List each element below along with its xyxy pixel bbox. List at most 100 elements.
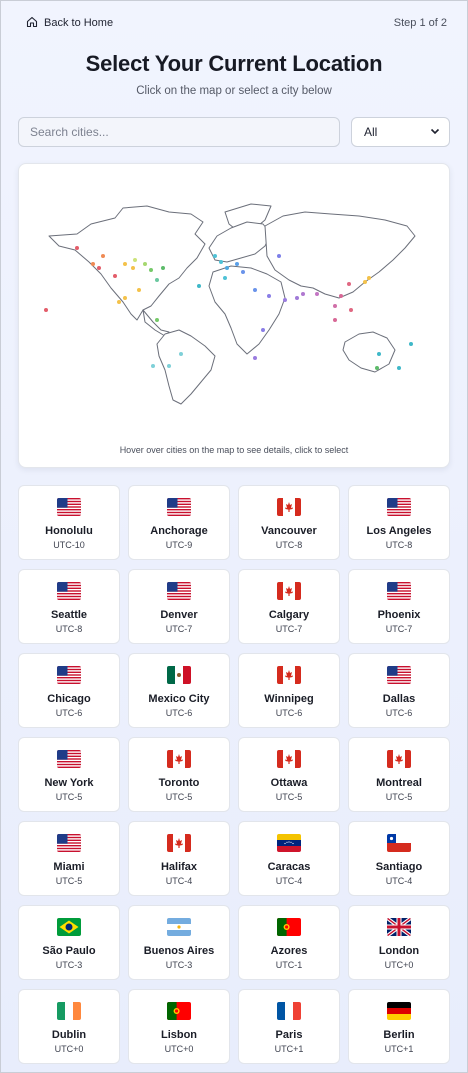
city-card[interactable]: Seattle UTC-8 bbox=[18, 569, 120, 644]
flag-ca-icon bbox=[277, 750, 301, 768]
city-marker[interactable] bbox=[295, 296, 299, 300]
city-marker[interactable] bbox=[149, 268, 153, 272]
city-card[interactable]: Caracas UTC-4 bbox=[238, 821, 340, 896]
city-card[interactable]: Toronto UTC-5 bbox=[128, 737, 230, 812]
city-marker[interactable] bbox=[91, 262, 95, 266]
flag-de-icon bbox=[387, 1002, 411, 1020]
city-name: Mexico City bbox=[148, 693, 210, 705]
city-card[interactable]: London UTC+0 bbox=[348, 905, 450, 980]
city-card[interactable]: Santiago UTC-4 bbox=[348, 821, 450, 896]
city-marker[interactable] bbox=[117, 300, 121, 304]
city-marker[interactable] bbox=[315, 292, 319, 296]
city-marker[interactable] bbox=[267, 294, 271, 298]
city-marker[interactable] bbox=[261, 328, 265, 332]
city-marker[interactable] bbox=[253, 288, 257, 292]
city-marker[interactable] bbox=[131, 266, 135, 270]
city-marker[interactable] bbox=[213, 254, 217, 258]
city-name: Halifax bbox=[160, 861, 198, 873]
city-marker[interactable] bbox=[225, 266, 229, 270]
city-card[interactable]: Dublin UTC+0 bbox=[18, 989, 120, 1064]
region-filter-select[interactable]: All bbox=[351, 117, 450, 147]
back-to-home-link[interactable]: Back to Home bbox=[26, 16, 113, 31]
flag-ca-icon bbox=[277, 498, 301, 516]
city-marker[interactable] bbox=[333, 304, 337, 308]
city-marker[interactable] bbox=[375, 366, 379, 370]
city-name: Denver bbox=[160, 609, 198, 621]
top-bar: Back to Home Step 1 of 2 bbox=[26, 15, 447, 31]
city-card[interactable]: Halifax UTC-4 bbox=[128, 821, 230, 896]
city-marker[interactable] bbox=[101, 254, 105, 258]
city-card[interactable]: Phoenix UTC-7 bbox=[348, 569, 450, 644]
city-marker[interactable] bbox=[155, 318, 159, 322]
city-timezone: UTC-5 bbox=[275, 792, 303, 802]
city-marker[interactable] bbox=[277, 254, 281, 258]
back-label: Back to Home bbox=[44, 17, 114, 29]
city-card[interactable]: Berlin UTC+1 bbox=[348, 989, 450, 1064]
city-timezone: UTC-3 bbox=[55, 960, 83, 970]
city-card[interactable]: Mexico City UTC-6 bbox=[128, 653, 230, 728]
city-marker[interactable] bbox=[377, 352, 381, 356]
city-marker[interactable] bbox=[123, 296, 127, 300]
city-card[interactable]: Winnipeg UTC-6 bbox=[238, 653, 340, 728]
city-marker[interactable] bbox=[179, 352, 183, 356]
city-marker[interactable] bbox=[197, 284, 201, 288]
city-marker[interactable] bbox=[235, 262, 239, 266]
city-marker[interactable] bbox=[241, 270, 245, 274]
city-marker[interactable] bbox=[161, 266, 165, 270]
city-card[interactable]: Montreal UTC-5 bbox=[348, 737, 450, 812]
city-card[interactable]: Anchorage UTC-9 bbox=[128, 485, 230, 560]
flag-ca-icon bbox=[277, 582, 301, 600]
city-card[interactable]: Calgary UTC-7 bbox=[238, 569, 340, 644]
city-marker[interactable] bbox=[301, 292, 305, 296]
city-card[interactable]: Los Angeles UTC-8 bbox=[348, 485, 450, 560]
australia-outline bbox=[342, 331, 396, 373]
city-marker[interactable] bbox=[219, 260, 223, 264]
city-card[interactable]: Paris UTC+1 bbox=[238, 989, 340, 1064]
city-marker[interactable] bbox=[349, 308, 353, 312]
city-card[interactable]: Buenos Aires UTC-3 bbox=[128, 905, 230, 980]
city-marker[interactable] bbox=[223, 276, 227, 280]
city-marker[interactable] bbox=[137, 288, 141, 292]
city-card[interactable]: Ottawa UTC-5 bbox=[238, 737, 340, 812]
city-card[interactable]: Miami UTC-5 bbox=[18, 821, 120, 896]
city-card[interactable]: New York UTC-5 bbox=[18, 737, 120, 812]
city-marker[interactable] bbox=[253, 356, 257, 360]
world-map[interactable] bbox=[19, 164, 451, 469]
city-marker[interactable] bbox=[397, 366, 401, 370]
city-marker[interactable] bbox=[339, 294, 343, 298]
city-name: Honolulu bbox=[45, 525, 93, 537]
asia-outline bbox=[264, 211, 416, 299]
city-timezone: UTC-5 bbox=[385, 792, 413, 802]
city-marker[interactable] bbox=[44, 308, 48, 312]
city-timezone: UTC-7 bbox=[275, 624, 303, 634]
city-card[interactable]: Denver UTC-7 bbox=[128, 569, 230, 644]
city-search-input[interactable] bbox=[18, 117, 340, 147]
city-name: Caracas bbox=[267, 861, 311, 873]
city-card[interactable]: Honolulu UTC-10 bbox=[18, 485, 120, 560]
flag-ve-icon bbox=[277, 834, 301, 852]
city-card[interactable]: Vancouver UTC-8 bbox=[238, 485, 340, 560]
city-marker[interactable] bbox=[367, 276, 371, 280]
city-marker[interactable] bbox=[75, 246, 79, 250]
city-marker[interactable] bbox=[347, 282, 351, 286]
city-marker[interactable] bbox=[283, 298, 287, 302]
city-marker[interactable] bbox=[151, 364, 155, 368]
city-card[interactable]: São Paulo UTC-3 bbox=[18, 905, 120, 980]
city-marker[interactable] bbox=[167, 364, 171, 368]
city-marker[interactable] bbox=[155, 278, 159, 282]
city-card[interactable]: Lisbon UTC+0 bbox=[128, 989, 230, 1064]
city-card[interactable]: Dallas UTC-6 bbox=[348, 653, 450, 728]
city-card[interactable]: Azores UTC-1 bbox=[238, 905, 340, 980]
central-america-outline bbox=[142, 309, 170, 337]
city-marker[interactable] bbox=[113, 274, 117, 278]
city-name: Dallas bbox=[382, 693, 416, 705]
city-marker[interactable] bbox=[333, 318, 337, 322]
city-marker[interactable] bbox=[143, 262, 147, 266]
city-card[interactable]: Chicago UTC-6 bbox=[18, 653, 120, 728]
city-marker[interactable] bbox=[363, 280, 367, 284]
city-marker[interactable] bbox=[409, 342, 413, 346]
city-timezone: UTC+0 bbox=[384, 960, 414, 970]
city-marker[interactable] bbox=[123, 262, 127, 266]
city-marker[interactable] bbox=[133, 258, 137, 262]
city-marker[interactable] bbox=[97, 266, 101, 270]
